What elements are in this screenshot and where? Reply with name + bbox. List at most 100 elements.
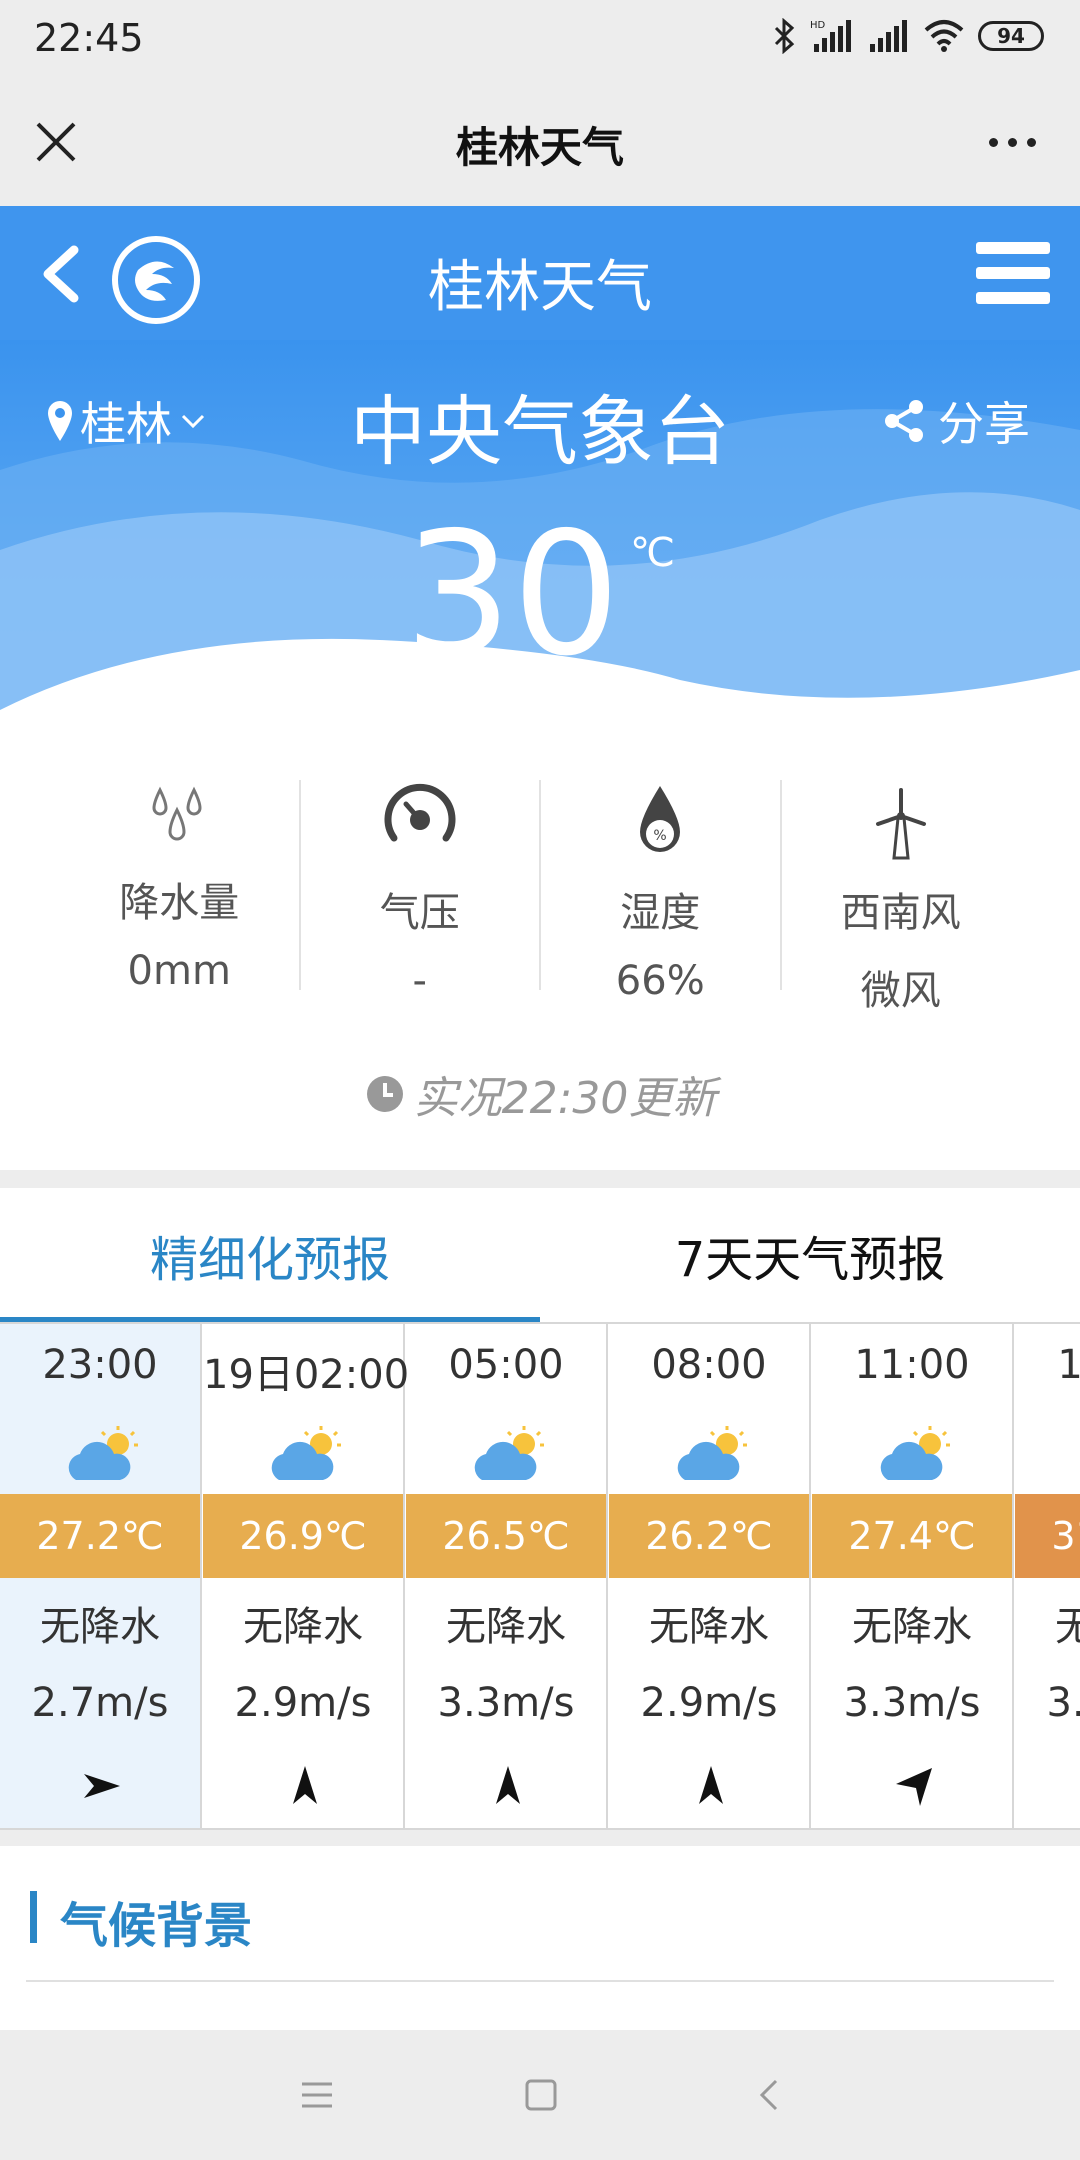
hourly-precipitation: 无降水	[852, 1604, 972, 1650]
current-weather-hero: 桂林 中央气象台 分享 30 ℃	[0, 340, 1080, 740]
hourly-temperature: 27.4℃	[812, 1494, 1012, 1578]
system-nav-bar	[0, 2030, 1080, 2160]
hourly-temperature: 27.2℃	[0, 1494, 200, 1578]
hourly-wind-speed: 3.6m/s	[1046, 1680, 1080, 1726]
app-header: 桂林天气	[0, 206, 1080, 340]
hourly-item: 14:00 31.6℃ 无降水 3.6m/s	[1015, 1324, 1080, 1828]
update-time: 实况22:30更新	[0, 1062, 1080, 1126]
clock-icon	[366, 1076, 403, 1112]
partly-cloudy-icon	[68, 1426, 138, 1480]
stat-wind: 西南风 微风	[782, 780, 1021, 1014]
home-nav-icon[interactable]	[524, 2078, 558, 2112]
wechat-title: 桂林天气	[455, 123, 624, 172]
partly-cloudy-icon	[474, 1426, 544, 1480]
stat-label: 降水量	[119, 880, 240, 926]
tab-7-day-forecast[interactable]: 7天天气预报	[540, 1188, 1080, 1322]
share-button[interactable]: 分享	[882, 388, 1030, 454]
stat-precipitation: 降水量 0mm	[60, 780, 301, 994]
forecast-tabs: 精细化预报 7天天气预报	[0, 1188, 1080, 1322]
status-time: 22:45	[34, 16, 144, 60]
hourly-item: 19日02:00 26.9℃ 无降水 2.9m/s	[203, 1324, 410, 1828]
hourly-temperature: 26.2℃	[609, 1494, 809, 1578]
wind-direction-arrow-icon	[699, 1766, 723, 1804]
menu-button[interactable]	[976, 242, 1050, 304]
section-accent-bar	[30, 1891, 37, 1943]
hourly-temperature: 26.5℃	[406, 1494, 606, 1578]
hourly-precipitation: 无降水	[243, 1604, 363, 1650]
climate-title: 气候背景	[60, 1898, 253, 1954]
hourly-wind-speed: 3.3m/s	[843, 1680, 981, 1726]
app-title: 桂林天气	[428, 255, 652, 320]
climate-section: 气候背景	[0, 1846, 1080, 2030]
stat-value: 66%	[615, 958, 705, 1004]
raindrops-icon	[152, 786, 202, 841]
share-label: 分享	[938, 397, 1030, 451]
stat-label: 西南风	[840, 890, 961, 936]
partly-cloudy-icon	[677, 1426, 747, 1480]
hourly-precipitation: 无降水	[1015, 1594, 1080, 1652]
signal-hd-icon: HD	[810, 20, 851, 52]
temperature-unit: ℃	[630, 530, 675, 576]
stats-row: 降水量 0mm 气压 - % 湿度 66% 西南风 微风	[60, 780, 1021, 1014]
stat-pressure: 气压 -	[301, 780, 541, 1004]
hourly-item: 23:00 27.2℃ 无降水 2.7m/s	[0, 1324, 202, 1828]
hourly-precipitation: 无降水	[40, 1604, 160, 1650]
hourly-wind-speed: 2.9m/s	[640, 1680, 778, 1726]
hourly-temperature: 31.6℃	[1015, 1494, 1080, 1578]
tab-fine-forecast[interactable]: 精细化预报	[0, 1188, 540, 1322]
wind-direction-arrow-icon	[293, 1766, 317, 1804]
hourly-temperature: 26.9℃	[203, 1494, 403, 1578]
wechat-title-bar: 桂林天气	[0, 78, 1080, 206]
share-icon	[885, 400, 923, 442]
status-bar: 22:45 HD 94	[0, 0, 1080, 78]
hourly-time: 05:00	[448, 1342, 564, 1388]
hourly-time: 14:00	[1015, 1342, 1080, 1388]
signal-icon	[870, 20, 907, 52]
hourly-wind-speed: 2.9m/s	[234, 1680, 372, 1726]
hourly-item: 11:00 27.4℃ 无降水 3.3m/s	[812, 1324, 1014, 1828]
bluetooth-icon	[774, 18, 795, 54]
hourly-item: 08:00 26.2℃ 无降水 2.9m/s	[609, 1324, 811, 1828]
stat-humidity: % 湿度 66%	[541, 780, 782, 1004]
svg-text:%: %	[654, 828, 667, 844]
hourly-time: 08:00	[651, 1342, 767, 1388]
weather-stats-panel: 降水量 0mm 气压 - % 湿度 66% 西南风 微风 实况22:30更新	[0, 740, 1080, 1170]
hourly-precipitation: 无降水	[649, 1604, 769, 1650]
wind-direction-arrow-icon	[496, 1766, 520, 1804]
more-options-button[interactable]	[989, 138, 1036, 147]
more-dot-icon	[1008, 138, 1017, 147]
wind-turbine-icon	[875, 788, 926, 860]
wind-direction-arrow-icon	[896, 1768, 932, 1806]
menu-line-icon	[976, 292, 1050, 304]
hourly-wind-speed: 2.7m/s	[31, 1680, 169, 1726]
battery-indicator: 94	[978, 21, 1044, 51]
partly-cloudy-icon	[880, 1426, 950, 1480]
more-dot-icon	[1027, 138, 1036, 147]
stat-value: 0mm	[127, 948, 231, 994]
section-divider	[26, 1980, 1054, 1982]
hourly-time: 19日02:00	[203, 1352, 410, 1398]
wind-direction-arrow-icon	[84, 1774, 120, 1798]
partly-cloudy-icon	[271, 1426, 341, 1480]
hourly-wind-speed: 3.3m/s	[437, 1680, 575, 1726]
more-dot-icon	[989, 138, 998, 147]
humidity-drop-icon: %	[640, 786, 681, 852]
status-icons: HD 94	[772, 18, 1044, 54]
menu-nav-icon[interactable]	[300, 2078, 334, 2112]
stat-label: 湿度	[620, 890, 701, 936]
hourly-precipitation: 无降水	[446, 1604, 566, 1650]
stat-label: 气压	[379, 890, 460, 936]
update-text: 实况22:30更新	[413, 1073, 717, 1124]
wifi-icon	[924, 20, 964, 52]
stat-value: 微风	[860, 968, 941, 1014]
pressure-gauge-icon	[384, 783, 456, 842]
back-nav-icon[interactable]	[752, 2078, 786, 2112]
svg-text:HD: HD	[810, 20, 826, 31]
stat-value: -	[412, 958, 427, 1004]
hourly-time: 11:00	[854, 1342, 970, 1388]
hourly-item: 05:00 26.5℃ 无降水 3.3m/s	[406, 1324, 608, 1828]
menu-line-icon	[976, 242, 1050, 254]
hourly-forecast-strip[interactable]: 23:00 27.2℃ 无降水 2.7m/s 19日02:00 26.9℃ 无降水 2.9m/…	[0, 1322, 1080, 1830]
menu-line-icon	[976, 267, 1050, 279]
hourly-time: 23:00	[42, 1342, 158, 1388]
